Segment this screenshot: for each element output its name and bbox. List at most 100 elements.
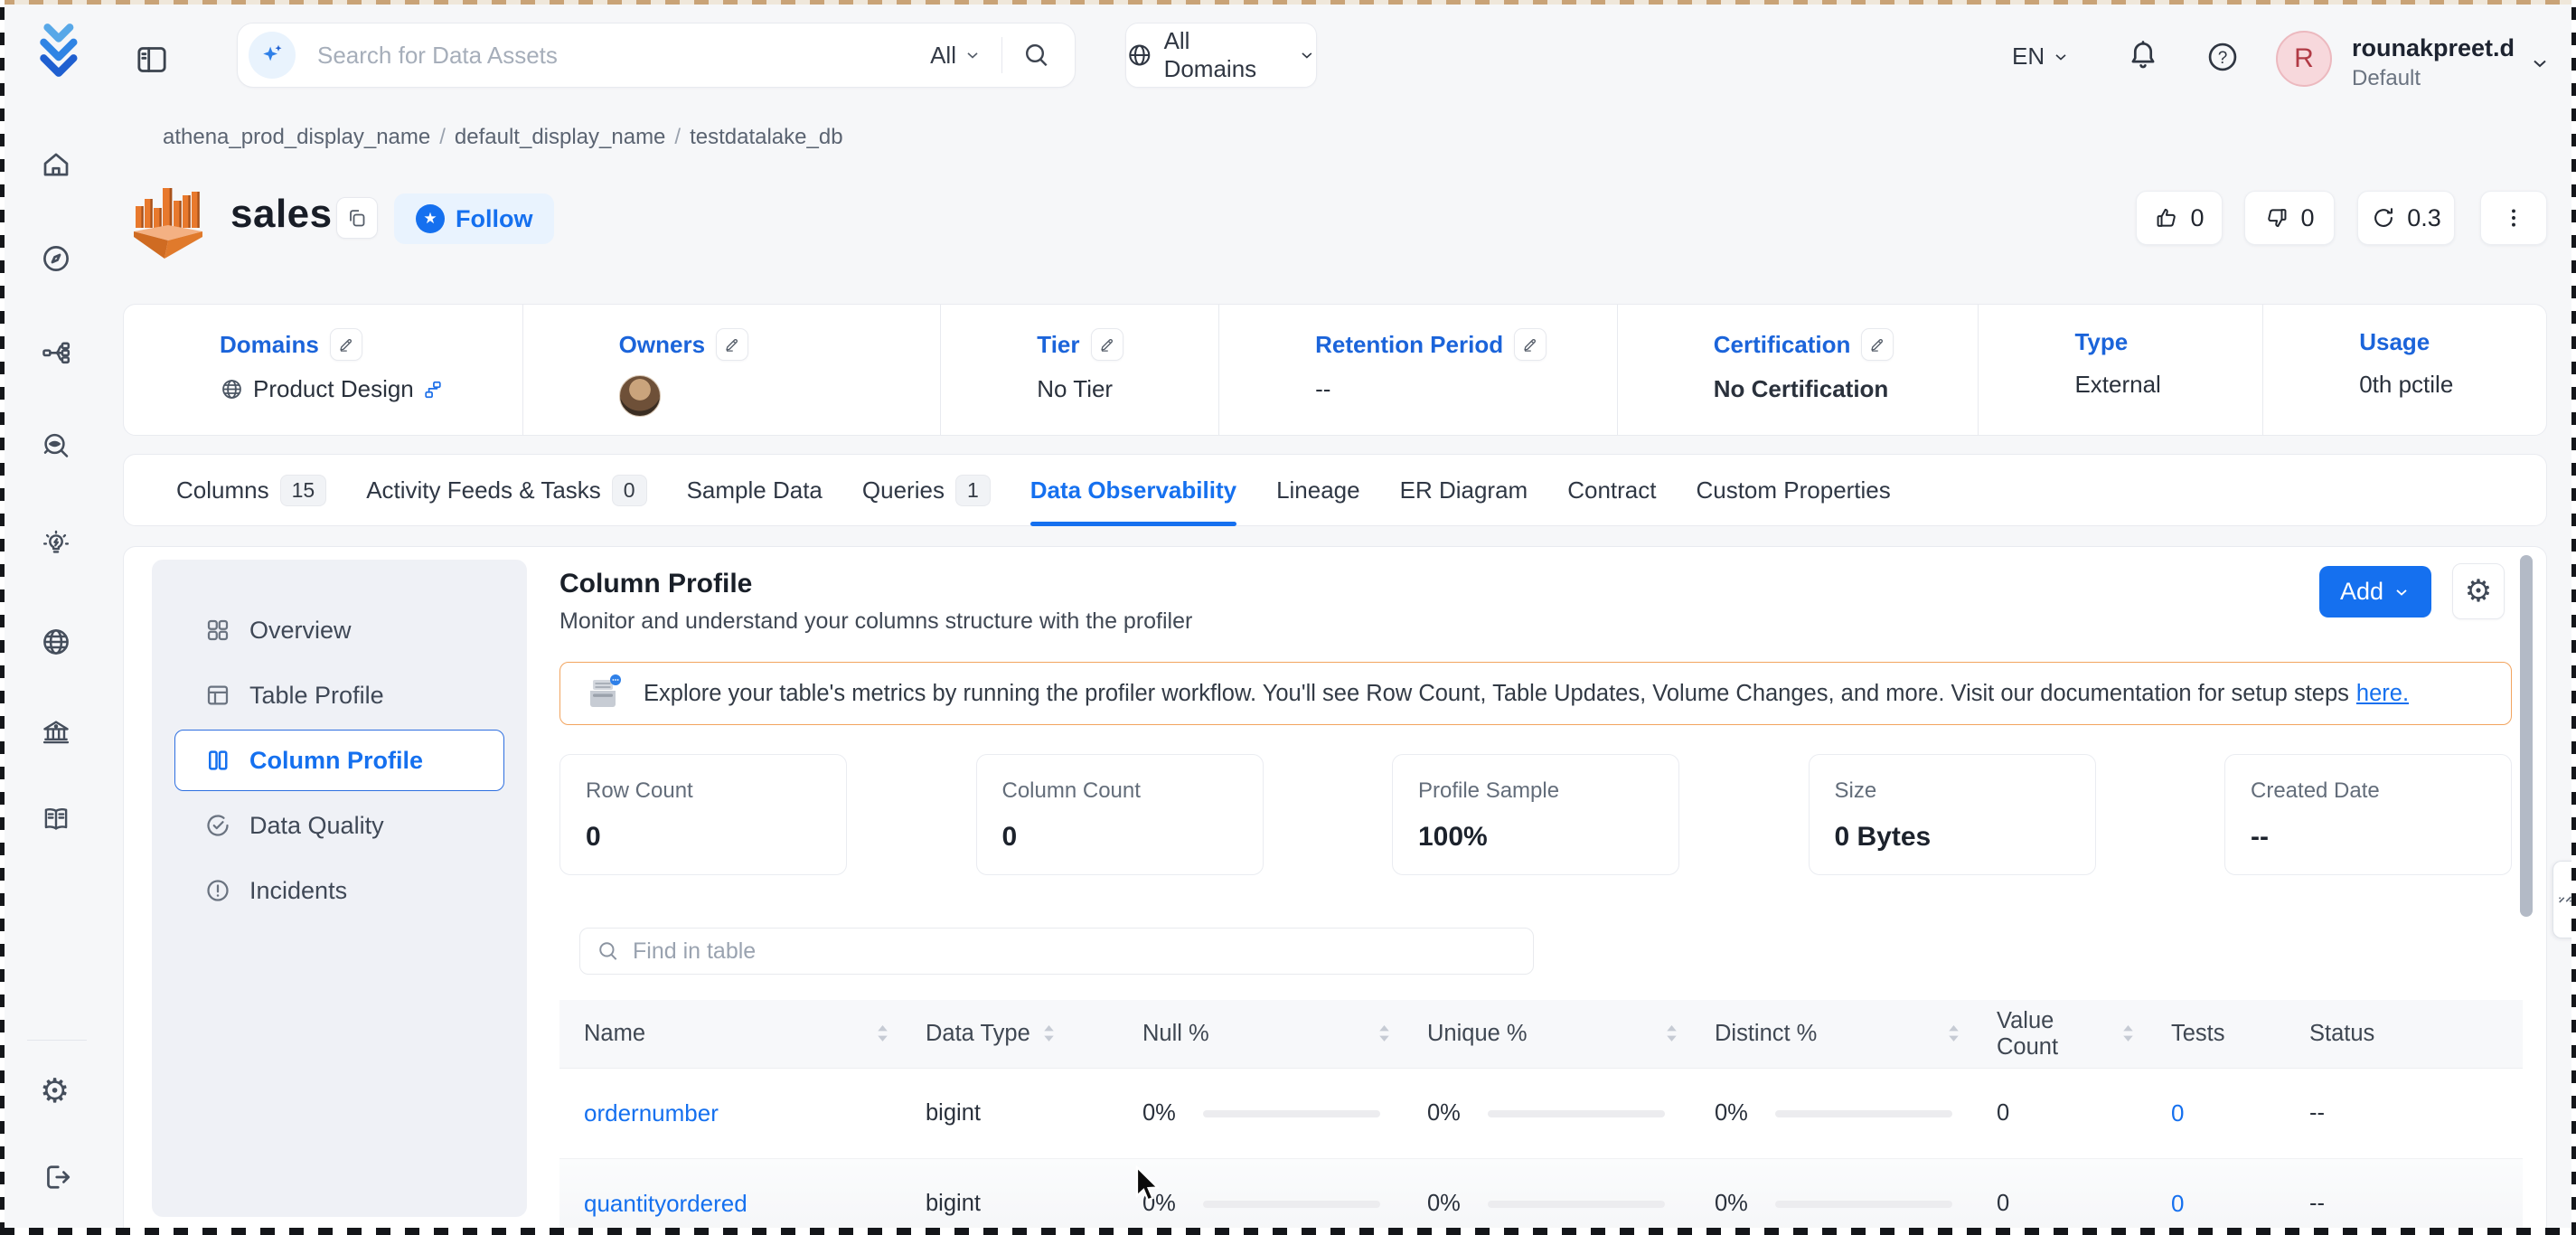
profiler-settings-button[interactable]: ⚙: [2452, 563, 2505, 619]
tab-data-observability[interactable]: Data Observability: [1030, 454, 1236, 526]
profiler-nav-column-profile[interactable]: Column Profile: [174, 730, 504, 791]
version-number: 0.3: [2407, 204, 2441, 232]
more-actions-button[interactable]: [2480, 191, 2547, 245]
nav-home[interactable]: [40, 148, 72, 181]
help-button[interactable]: ?: [2205, 40, 2240, 74]
vertical-scrollbar[interactable]: [2520, 555, 2533, 917]
meta-usage: Usage 0th pctile: [2263, 305, 2546, 435]
user-avatar[interactable]: R: [2276, 31, 2332, 87]
value-count-cell: 0: [1997, 1191, 2171, 1217]
owner-avatar[interactable]: [619, 375, 661, 417]
edit-owners-button[interactable]: [716, 328, 748, 361]
null-pct-cell: 0%: [1142, 1100, 1427, 1127]
sort-icon[interactable]: [2121, 1024, 2135, 1043]
grid-icon: [204, 617, 231, 644]
sort-icon[interactable]: [1377, 1024, 1391, 1043]
column-header-name[interactable]: Name: [559, 1021, 926, 1047]
breadcrumb: athena_prod_display_name/default_display…: [163, 125, 843, 150]
domain-value[interactable]: Product Design: [253, 375, 414, 403]
sort-icon[interactable]: [1042, 1024, 1056, 1043]
banner-docs-link[interactable]: here.: [2356, 681, 2409, 706]
user-team: Default: [2352, 66, 2515, 92]
user-menu-chevron[interactable]: [2529, 52, 2551, 74]
search-input[interactable]: Search for Data Assets: [317, 42, 930, 70]
column-link[interactable]: quantityordered: [584, 1190, 747, 1218]
nav-domains[interactable]: [40, 626, 72, 658]
logout-icon: [40, 1161, 72, 1193]
banner-text: Explore your table's metrics by running …: [644, 681, 2409, 707]
nav-governance[interactable]: [40, 716, 72, 749]
column-header-unique-pct[interactable]: Unique %: [1427, 1021, 1715, 1047]
all-domains-selector[interactable]: All Domains: [1125, 23, 1317, 88]
nav-glossary[interactable]: [40, 803, 72, 835]
column-link[interactable]: ordernumber: [584, 1099, 719, 1127]
certification-value: No Certification: [1714, 375, 1889, 403]
column-header-distinct-pct[interactable]: Distinct %: [1715, 1021, 1997, 1047]
sort-icon[interactable]: [1947, 1024, 1960, 1043]
sidebar-collapse-button[interactable]: [134, 42, 170, 78]
capture-border-right: [2571, 0, 2576, 1235]
null-pct-cell: 0%: [1142, 1191, 1427, 1217]
edit-retention-button[interactable]: [1514, 328, 1547, 361]
nav-settings[interactable]: ⚙: [40, 1074, 70, 1108]
downvote-count: 0: [2300, 204, 2314, 232]
sort-icon[interactable]: [1665, 1024, 1678, 1043]
version-button[interactable]: 0.3: [2357, 191, 2455, 245]
nav-insights[interactable]: [40, 528, 72, 561]
page: Search for Data Assets All All Domains E…: [0, 0, 2576, 1235]
column-header-value-count[interactable]: Value Count: [1997, 1008, 2171, 1061]
user-menu[interactable]: rounakpreet.d Default: [2352, 33, 2515, 92]
tab-custom-properties[interactable]: Custom Properties: [1696, 454, 1890, 526]
ai-sparkle-button[interactable]: [249, 32, 296, 79]
downvote-button[interactable]: 0: [2244, 191, 2335, 245]
table-row: ordernumber bigint 0% 0% 0% 0 0 --: [559, 1069, 2523, 1159]
globe-icon: [40, 626, 72, 658]
gear-icon: ⚙: [40, 1072, 70, 1109]
breadcrumb-service[interactable]: athena_prod_display_name: [163, 125, 430, 149]
bell-icon: [2126, 38, 2160, 72]
logout-button[interactable]: [40, 1161, 72, 1193]
global-search[interactable]: Search for Data Assets All: [237, 23, 1076, 88]
table-header-row: Name Data Type Null % Unique % Distinct …: [559, 1000, 2523, 1069]
null-pct-bar: [1203, 1110, 1380, 1117]
upvote-button[interactable]: 0: [2136, 191, 2223, 245]
tab-queries[interactable]: Queries1: [862, 454, 991, 526]
columns-icon: [204, 747, 231, 774]
tests-link[interactable]: 0: [2171, 1099, 2184, 1127]
tab-contract[interactable]: Contract: [1567, 454, 1656, 526]
profiler-nav-data-quality[interactable]: Data Quality: [174, 795, 504, 856]
tab-columns[interactable]: Columns15: [176, 454, 326, 526]
profiler-nav-incidents[interactable]: Incidents: [174, 860, 504, 921]
language-selector[interactable]: EN: [2012, 42, 2070, 71]
column-header-null-pct[interactable]: Null %: [1142, 1021, 1427, 1047]
nav-lineage[interactable]: [40, 336, 72, 369]
notifications-button[interactable]: [2126, 38, 2160, 72]
edit-domains-button[interactable]: [330, 328, 362, 361]
add-button[interactable]: Add: [2319, 566, 2431, 618]
app-logo[interactable]: [33, 20, 92, 80]
breadcrumb-database[interactable]: default_display_name: [455, 125, 666, 149]
tab-activity-feeds[interactable]: Activity Feeds & Tasks0: [366, 454, 646, 526]
tab-er-diagram[interactable]: ER Diagram: [1400, 454, 1528, 526]
observability-panel: Overview Table Profile Column Profile Da…: [123, 546, 2547, 1235]
search-scope-dropdown[interactable]: All: [930, 42, 982, 70]
stat-column-count: Column Count0: [976, 754, 1264, 875]
search-icon[interactable]: [1022, 41, 1051, 70]
unique-pct-cell: 0%: [1427, 1100, 1715, 1127]
tab-sample-data[interactable]: Sample Data: [687, 454, 823, 526]
profiler-nav-table-profile[interactable]: Table Profile: [174, 665, 504, 726]
tests-link[interactable]: 0: [2171, 1190, 2184, 1218]
profiler-nav-overview[interactable]: Overview: [174, 599, 504, 661]
nav-explore[interactable]: [40, 242, 72, 275]
gear-icon: ⚙: [2465, 576, 2492, 607]
nav-observability[interactable]: [40, 430, 72, 463]
tab-lineage[interactable]: Lineage: [1276, 454, 1360, 526]
edit-certification-button[interactable]: [1861, 328, 1894, 361]
breadcrumb-schema[interactable]: testdatalake_db: [690, 125, 842, 149]
sort-icon[interactable]: [876, 1024, 889, 1043]
follow-button[interactable]: ★ Follow: [394, 193, 554, 244]
edit-tier-button[interactable]: [1091, 328, 1123, 361]
copy-name-button[interactable]: [336, 197, 378, 239]
column-header-data-type[interactable]: Data Type: [926, 1021, 1142, 1047]
find-in-table-input[interactable]: Find in table: [579, 928, 1534, 975]
